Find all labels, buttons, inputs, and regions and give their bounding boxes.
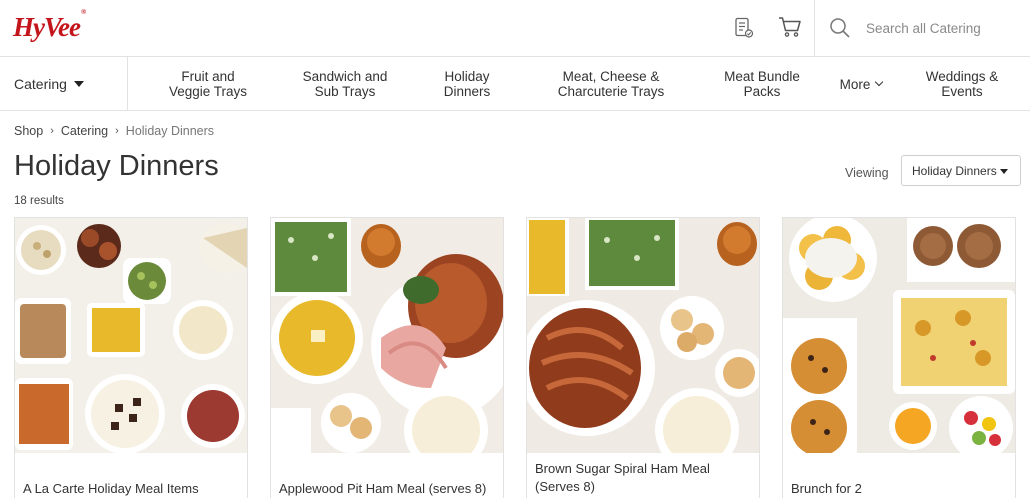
product-title[interactable]: A La Carte Holiday Meal Items <box>23 480 243 498</box>
catering-label: Catering <box>14 76 67 92</box>
caret-down-icon <box>73 81 84 87</box>
hyvee-logo[interactable]: HyVee® <box>13 8 86 43</box>
product-card-brown-sugar-ham[interactable]: Brown Sugar Spiral Ham Meal (Serves 8) <box>526 217 760 498</box>
header-divider <box>814 0 815 57</box>
product-card-applewood-ham[interactable]: Applewood Pit Ham Meal (serves 8) <box>270 217 504 498</box>
product-image[interactable] <box>527 218 759 453</box>
chevron-right-icon: › <box>115 125 119 137</box>
category-nav: Catering Fruit and Veggie Trays Sandwich … <box>0 57 1030 111</box>
nav-item-meat-bundle-packs[interactable]: Meat Bundle Packs <box>712 57 812 111</box>
cart-icon[interactable] <box>778 16 802 38</box>
nav-item-fruit-veggie-trays[interactable]: Fruit and Veggie Trays <box>158 57 258 111</box>
viewing-select-value: Holiday Dinners <box>912 163 997 178</box>
breadcrumb-shop[interactable]: Shop <box>14 124 43 138</box>
product-title[interactable]: Brunch for 2 <box>791 480 1011 498</box>
nav-item-meat-cheese-charcuterie[interactable]: Meat, Cheese & Charcuterie Trays <box>548 57 674 111</box>
search-input[interactable] <box>866 17 1016 39</box>
product-title[interactable]: Applewood Pit Ham Meal (serves 8) <box>279 480 499 498</box>
product-card-brunch-for-2[interactable]: Brunch for 2 <box>782 217 1016 498</box>
list-icon[interactable] <box>734 17 754 39</box>
nav-divider <box>127 57 128 111</box>
site-header: HyVee® <box>0 0 1030 57</box>
catering-dropdown[interactable]: Catering <box>14 57 84 111</box>
breadcrumb-catering[interactable]: Catering <box>61 124 108 138</box>
viewing-select[interactable]: Holiday Dinners <box>901 155 1021 186</box>
product-card-a-la-carte[interactable]: A La Carte Holiday Meal Items <box>14 217 248 498</box>
caret-down-icon <box>1000 169 1008 174</box>
chevron-right-icon: › <box>50 125 54 137</box>
product-image[interactable] <box>271 218 503 453</box>
nav-item-holiday-dinners[interactable]: Holiday Dinners <box>427 57 507 111</box>
breadcrumb: Shop › Catering › Holiday Dinners <box>14 124 214 138</box>
nav-item-sandwich-sub-trays[interactable]: Sandwich and Sub Trays <box>290 57 400 111</box>
chevron-down-icon <box>875 77 884 87</box>
product-image[interactable] <box>15 218 247 453</box>
results-count: 18 results <box>14 195 64 207</box>
search-icon[interactable] <box>829 17 851 39</box>
nav-item-weddings-events[interactable]: Weddings & Events <box>912 57 1012 111</box>
nav-item-more[interactable]: More <box>832 57 890 111</box>
product-image[interactable] <box>783 218 1015 453</box>
breadcrumb-current: Holiday Dinners <box>125 124 215 138</box>
page-title: Holiday Dinners <box>14 150 219 182</box>
viewing-label: Viewing <box>845 166 889 180</box>
product-title[interactable]: Brown Sugar Spiral Ham Meal (Serves 8) <box>535 460 755 496</box>
